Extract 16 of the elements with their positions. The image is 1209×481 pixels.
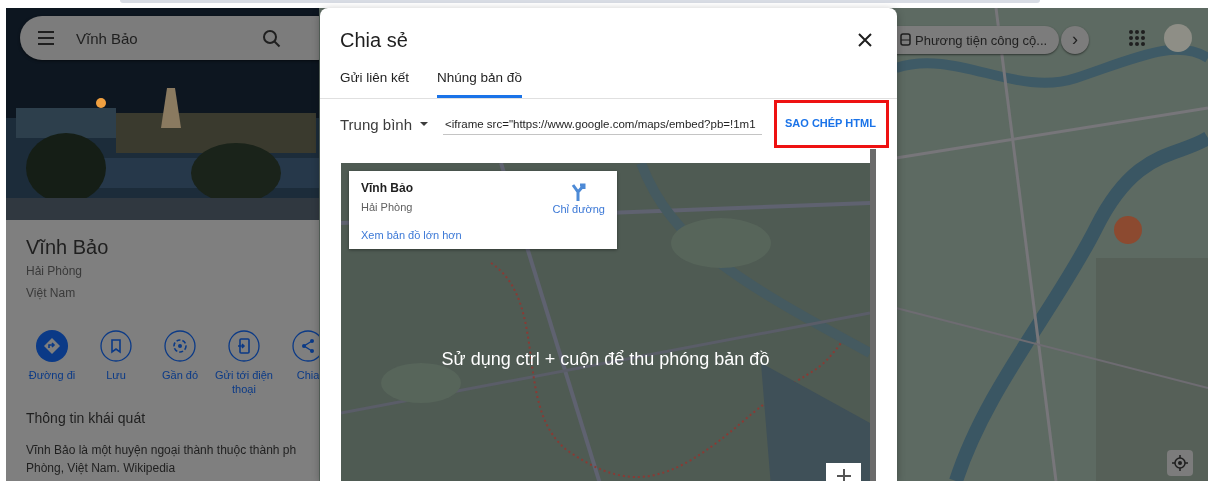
section-title: Thông tin khái quát xyxy=(26,410,147,426)
nearby-icon[interactable] xyxy=(164,330,196,362)
action-label[interactable]: Đường đi xyxy=(21,368,83,382)
place-title: Vĩnh Bảo xyxy=(26,235,110,260)
action-label[interactable]: Gần đó xyxy=(149,368,211,382)
action-label[interactable]: Gửi tới điện thoại xyxy=(213,368,275,396)
place-subtitle: Hải Phòng xyxy=(26,263,84,280)
place-subtitle: Việt Nam xyxy=(26,285,77,302)
action-label[interactable]: Chia xyxy=(277,368,319,382)
description-text: Phòng, Việt Nam. Wikipedia xyxy=(26,460,177,477)
description-text: Vĩnh Bảo là một huyện ngoại thành thuộc thành ph xyxy=(26,442,298,459)
action-label[interactable]: Lưu xyxy=(85,368,147,382)
send-to-phone-icon[interactable] xyxy=(228,330,260,362)
directions-icon[interactable] xyxy=(36,330,68,362)
bookmark-icon[interactable] xyxy=(100,330,132,362)
share-icon[interactable] xyxy=(292,330,319,362)
